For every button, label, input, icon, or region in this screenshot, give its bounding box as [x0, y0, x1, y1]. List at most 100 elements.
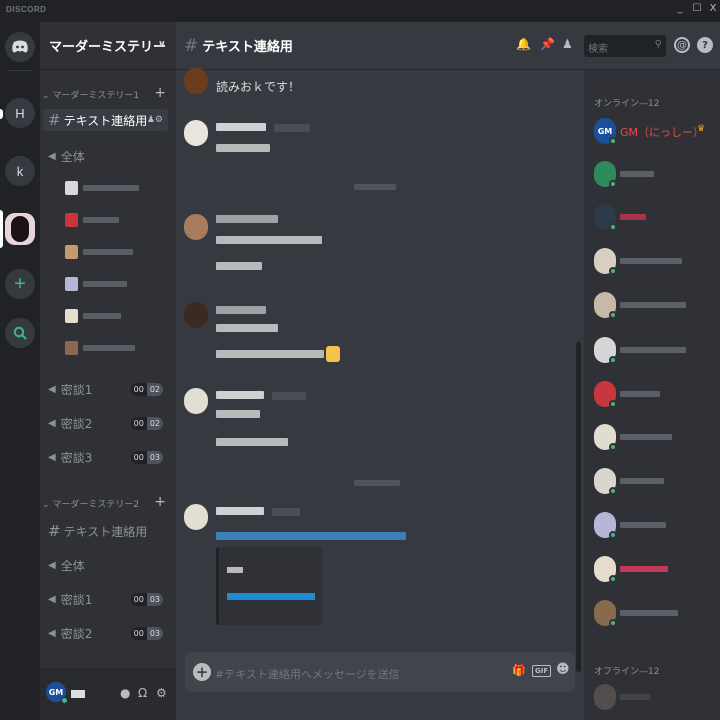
embed-title-pixelated[interactable] — [227, 593, 315, 600]
plus-icon: + — [14, 272, 26, 295]
member-name-pixelated — [620, 214, 646, 220]
member-name-pixelated — [620, 434, 672, 440]
explore-servers-button[interactable] — [5, 318, 35, 348]
message-text-pixelated — [216, 144, 270, 152]
server-k[interactable]: k — [5, 156, 35, 186]
mic-icon[interactable]: ● — [120, 686, 130, 700]
voice-channel-private-1b[interactable]: ◀ 密談1 00 03 — [43, 588, 168, 610]
hash-icon: # — [48, 522, 61, 540]
server-h[interactable]: H — [5, 98, 35, 128]
create-channel-icon[interactable]: + — [154, 86, 166, 100]
member-name-pixelated — [620, 566, 668, 572]
voice-user[interactable] — [65, 308, 121, 324]
member[interactable] — [594, 337, 718, 365]
bell-icon[interactable]: 🔔 — [516, 37, 531, 51]
offline-header: オフライン—12 — [594, 667, 660, 677]
category-1[interactable]: ⌄ マーダーミステリー1 — [42, 88, 139, 101]
channel-sidebar: マーダーミステリー ∨ ⌄ マーダーミステリー1 + # テキスト連絡用 ♟⚙ … — [40, 22, 176, 720]
voice-channel-private-2[interactable]: ◀ 密談2 00 02 — [43, 412, 168, 434]
speaker-icon: ◀ — [48, 627, 56, 639]
maximize-button[interactable]: ☐ — [689, 3, 705, 14]
online-status-dot — [609, 443, 617, 451]
server-murder-mystery[interactable] — [5, 213, 35, 245]
settings-icon[interactable]: ⚙ — [156, 686, 167, 700]
close-button[interactable]: X — [705, 3, 720, 14]
voice-channel-all-1[interactable]: ◀ 全体 — [43, 145, 168, 167]
member-name-pixelated — [620, 478, 664, 484]
voice-user[interactable] — [65, 212, 119, 228]
username-pixelated — [83, 313, 121, 319]
headphones-icon[interactable]: Ω — [138, 686, 147, 700]
avatar[interactable] — [184, 68, 208, 94]
member[interactable] — [594, 292, 718, 320]
avatar[interactable] — [184, 388, 208, 414]
member[interactable] — [594, 468, 718, 496]
category-2[interactable]: ⌄ マーダーミステリー2 — [42, 497, 139, 510]
avatar[interactable] — [184, 120, 208, 146]
explore-icon — [13, 326, 27, 340]
link-embed — [216, 547, 322, 625]
add-server-button[interactable]: + — [5, 269, 35, 299]
member[interactable] — [594, 424, 718, 452]
unread-pill — [0, 109, 3, 119]
channel-text-1[interactable]: # テキスト連絡用 ♟⚙ — [43, 109, 168, 131]
voice-channel-all-2[interactable]: ◀ 全体 — [43, 554, 168, 576]
pin-icon[interactable]: 📌 — [540, 37, 555, 51]
voice-channel-private-1[interactable]: ◀ 密談1 00 02 — [43, 378, 168, 400]
member[interactable] — [594, 248, 718, 276]
member[interactable] — [594, 512, 718, 540]
member-name: GM（にっしー） — [620, 126, 705, 139]
online-status-dot — [609, 356, 617, 364]
help-icon[interactable]: ? — [697, 37, 713, 53]
gift-icon[interactable]: 🎁 — [512, 664, 526, 677]
home-button[interactable] — [5, 32, 35, 62]
attach-plus-button[interactable]: + — [193, 663, 211, 681]
search-input[interactable]: 検索 ⚲ — [584, 35, 666, 57]
member[interactable] — [594, 381, 718, 409]
voice-channel-private-2b[interactable]: ◀ 密談2 00 03 — [43, 622, 168, 644]
voice-user[interactable] — [65, 180, 139, 196]
member-list: オンライン—12 GM GM（にっしー） ♛ オフライン—12 — [584, 22, 720, 720]
member-offline[interactable] — [594, 684, 718, 712]
avatar[interactable] — [184, 302, 208, 328]
members-icon[interactable]: ♟ — [562, 37, 573, 51]
member[interactable] — [594, 161, 718, 189]
gif-icon[interactable]: GIF — [532, 665, 552, 677]
username-pixelated — [83, 249, 133, 255]
message-input[interactable]: #テキスト連絡用へメッセージを送信 — [215, 666, 400, 682]
username-pixelated — [83, 185, 139, 191]
minimize-button[interactable]: _ — [672, 3, 688, 14]
voice-user[interactable] — [65, 340, 135, 356]
avatar[interactable] — [184, 214, 208, 240]
voice-user[interactable] — [65, 276, 127, 292]
online-status-dot — [609, 487, 617, 495]
invite-settings-icon[interactable]: ♟⚙ — [147, 115, 163, 125]
server-avatar-image — [11, 216, 29, 242]
member[interactable] — [594, 204, 718, 232]
mention-icon[interactable]: @ — [674, 37, 690, 53]
voice-user[interactable] — [65, 244, 133, 260]
message-text-pixelated — [216, 350, 324, 358]
speaker-icon: ◀ — [48, 593, 56, 605]
member-gm[interactable]: GM GM（にっしー） ♛ — [594, 118, 718, 146]
username-pixelated — [216, 123, 266, 131]
chat-scrollbar[interactable] — [576, 342, 581, 672]
category-name: マーダーミステリー2 — [52, 500, 140, 510]
user-limit-badge: 00 03 — [130, 450, 163, 464]
link-pixelated[interactable] — [216, 532, 406, 540]
category-name: マーダーミステリー1 — [52, 91, 140, 101]
hash-icon: # — [48, 111, 61, 129]
voice-channel-private-3[interactable]: ◀ 密談3 00 03 — [43, 446, 168, 468]
username-pixelated — [216, 306, 266, 314]
member[interactable] — [594, 556, 718, 584]
create-channel-icon[interactable]: + — [154, 495, 166, 509]
channel-name: 密談2 — [60, 626, 93, 641]
member[interactable] — [594, 600, 718, 628]
avatar[interactable] — [184, 504, 208, 530]
server-divider — [8, 70, 32, 71]
member-name-pixelated — [620, 522, 666, 528]
online-status-dot — [609, 137, 617, 145]
emoji-icon[interactable]: ☻ — [556, 662, 570, 677]
guild-header[interactable]: マーダーミステリー ∨ — [40, 22, 176, 70]
channel-text-2[interactable]: # テキスト連絡用 — [43, 520, 168, 542]
